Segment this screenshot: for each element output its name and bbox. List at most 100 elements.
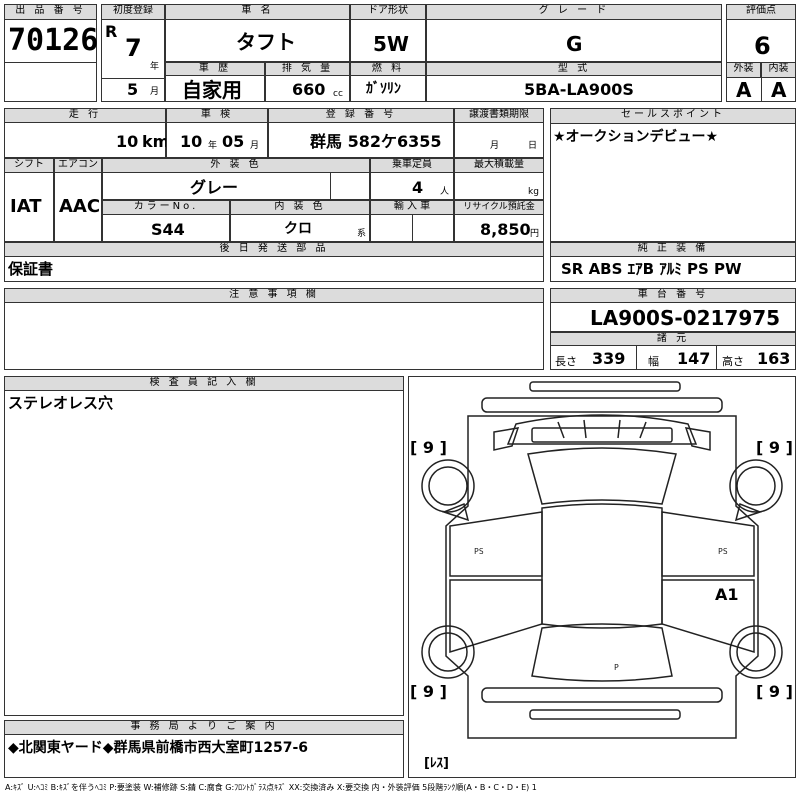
later-parts-text: 保証書	[8, 260, 54, 278]
height-label: 高さ	[722, 355, 744, 368]
hood-panel	[531, 427, 673, 443]
history: 自家用	[182, 78, 242, 102]
legend: A:ｷｽﾞ U:ﾍｺﾐ B:ｷｽﾞを伴うﾍｺﾐ P:要塗装 W:補修跡 S:錆 …	[5, 783, 537, 792]
divider	[761, 62, 762, 102]
roof	[541, 503, 663, 629]
inspection-month: 05	[222, 132, 245, 151]
svg-text:PS: PS	[718, 547, 728, 556]
fuel-label: 燃 料	[350, 62, 426, 76]
chassis-number: LA900S-0217975	[590, 306, 781, 330]
inspection-year-unit: 年	[208, 141, 218, 151]
width: 147	[677, 349, 711, 368]
car-name: タフト	[236, 30, 296, 54]
exterior-label: 外装	[726, 62, 761, 78]
wheel-rear-left	[421, 625, 475, 679]
sales-point-text: ★オークションデビュー★	[553, 129, 719, 145]
sales-point-label: セールスポイント	[550, 108, 796, 124]
front-bumper-strip	[529, 381, 681, 392]
headlight-right	[684, 427, 711, 451]
tire-front-right: [ 9 ]	[756, 438, 793, 457]
divider	[4, 62, 97, 63]
inspector-box	[4, 376, 404, 716]
office-label: 事 務 局 よ り ご 案 内	[4, 720, 404, 735]
height: 163	[757, 349, 791, 368]
tire-rear-left: [ 9 ]	[410, 682, 447, 701]
inspection-month-unit: 月	[250, 141, 260, 151]
lot-number: 70126	[8, 23, 99, 58]
inspection-label: 車 検	[166, 108, 268, 123]
grade-label: グ レ ー ド	[426, 4, 722, 20]
svg-text:PS: PS	[474, 547, 484, 556]
recycle-unit: 円	[530, 229, 540, 239]
inspection-year: 10	[180, 132, 203, 151]
first-reg-month: 5	[127, 80, 139, 99]
int-color-label: 内 装 色	[230, 200, 370, 215]
color-no-label: カラーNo.	[102, 200, 230, 215]
door-type: 5W	[373, 32, 409, 56]
displacement-label: 排 気 量	[265, 62, 350, 76]
door-label: ドア形状	[350, 4, 426, 20]
wheel-rear-right	[729, 625, 783, 679]
ac-label: エアコン	[54, 158, 102, 173]
notes-label: 注 意 事 項 欄	[4, 288, 544, 303]
plate-label: 登 録 番 号	[268, 108, 454, 123]
transfer-day-unit: 日	[528, 141, 538, 151]
plate: 群馬 582ケ6355	[310, 132, 442, 151]
later-parts-label: 後 日 発 送 部 品	[4, 242, 544, 257]
interior-grade: A	[771, 78, 787, 102]
front-door-left	[449, 511, 543, 577]
first-reg-label: 初度登録	[101, 4, 165, 20]
int-color: クロ	[284, 221, 312, 237]
recycle: 8,850	[480, 220, 531, 239]
stereo-mark: [ﾚｽ]	[424, 756, 449, 771]
capacity: 4	[412, 178, 424, 197]
equipment-text: SR ABS ｴｱB ｱﾙﾐ PS PW	[561, 260, 742, 278]
mileage-label: 走 行	[4, 108, 166, 123]
length: 339	[592, 349, 626, 368]
score-label: 評価点	[726, 4, 796, 20]
car-diagram: PS PS P	[421, 381, 783, 739]
wheel-front-right	[729, 459, 783, 513]
history-label: 車 歴	[165, 62, 265, 76]
model-label: 型 式	[426, 62, 722, 76]
month-unit: 月	[150, 87, 160, 97]
year-unit: 年	[150, 62, 160, 72]
windshield	[527, 447, 677, 505]
int-color-unit: 系	[357, 229, 367, 239]
color-label: 外 装 色	[102, 158, 370, 173]
car-name-label: 車 名	[165, 4, 350, 20]
color-no: S44	[151, 220, 185, 239]
grille	[557, 419, 647, 439]
front-bumper	[481, 397, 723, 413]
capacity-unit: 人	[440, 187, 450, 197]
lot-number-label: 出 品 番 号	[4, 4, 97, 20]
hood	[506, 414, 698, 445]
specs-label: 諸 元	[550, 332, 796, 346]
interior-label: 内装	[761, 62, 796, 78]
tire-front-left: [ 9 ]	[410, 438, 447, 457]
recycle-label: リサイクル預託金	[454, 200, 544, 215]
ac: AAC	[59, 196, 101, 217]
inspector-text: ステレオレス穴	[8, 394, 114, 412]
divider	[330, 173, 331, 200]
rear-mark: P	[614, 663, 619, 672]
chassis-label: 車 台 番 号	[550, 288, 796, 303]
era: R	[105, 22, 118, 41]
damage-mark-a1: A1	[715, 585, 739, 604]
model: 5BA-LA900S	[524, 80, 634, 99]
score: 6	[754, 32, 771, 60]
divider	[412, 215, 413, 242]
wheel-front-left	[421, 459, 475, 513]
equipment-label: 純 正 装 備	[550, 242, 796, 257]
inspector-label: 検 査 員 記 入 欄	[4, 376, 404, 391]
displacement-unit: cc	[333, 89, 343, 99]
body-outline	[445, 415, 759, 739]
load-unit: kg	[528, 187, 539, 197]
displacement: 660	[292, 80, 326, 99]
rear-bumper	[481, 687, 723, 703]
width-label: 幅	[648, 355, 659, 368]
mileage: 10	[116, 132, 139, 151]
transfer-month-unit: 月	[490, 141, 500, 151]
load-label: 最大積載量	[454, 158, 544, 173]
headlight-left	[493, 427, 520, 451]
